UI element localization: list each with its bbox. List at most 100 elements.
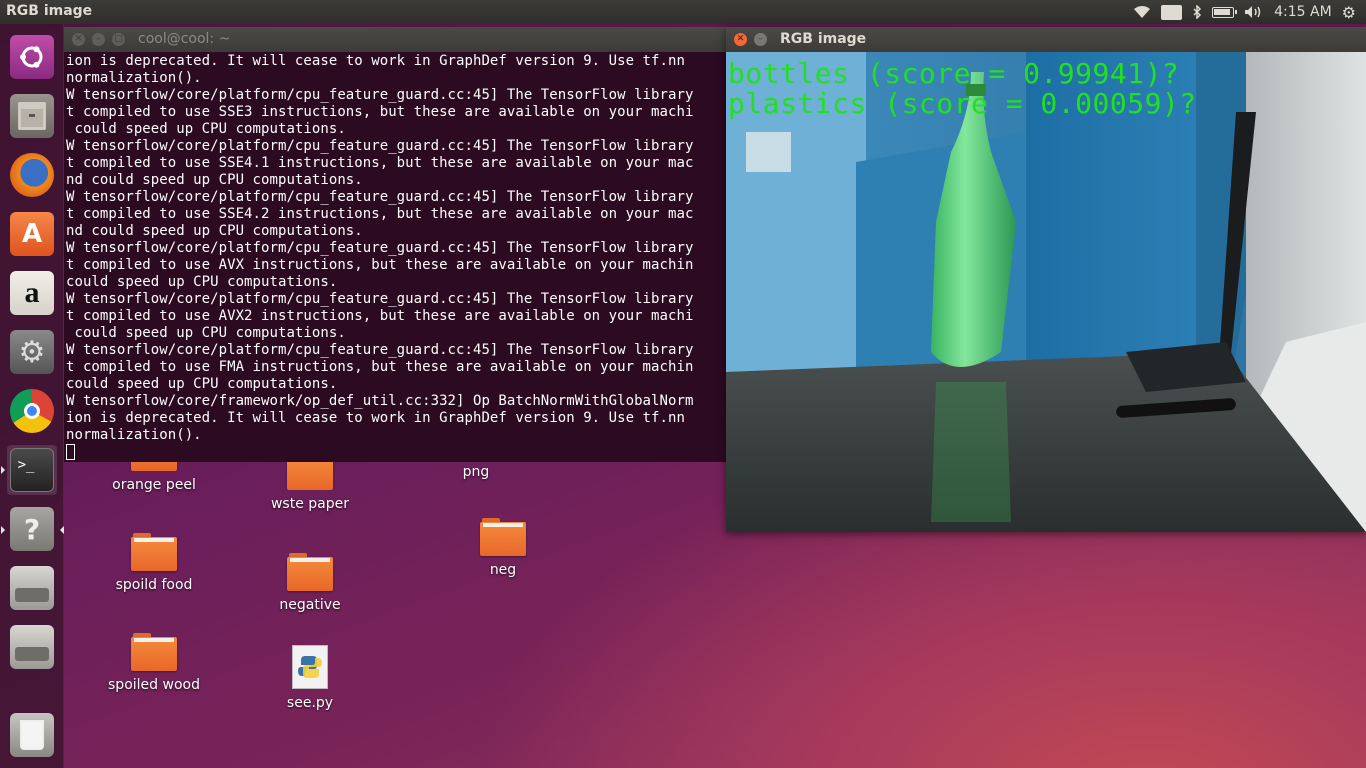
wifi-icon[interactable] [1133,5,1151,19]
terminal-window[interactable]: ✕ – □ cool@cool: ~ ion is deprecated. It… [64,27,726,462]
bluetooth-icon[interactable] [1192,5,1202,19]
launcher-drive-1-button[interactable] [7,563,57,613]
launcher-trash-button[interactable] [7,710,57,760]
terminal-cursor [66,444,75,460]
prediction-label-plastics: plastics (score = 0.00059)? [728,87,1197,120]
terminal-line: t compiled to use AVX instructions, but … [66,257,694,273]
running-indicator [1,526,5,534]
desktop-icon-label: spoild food [115,577,193,593]
desktop-icon-label: png [462,464,490,480]
terminal-line: could speed up CPU computations. [66,376,338,392]
minimize-button[interactable]: – [754,33,767,46]
desktop-icon-label: orange peel [112,477,196,493]
desktop-icon-label: wste paper [270,496,350,512]
launcher-firefox-button[interactable] [7,150,57,200]
terminal-line: could speed up CPU computations. [66,274,338,290]
desktop-icon-label: negative [279,597,341,613]
terminal-line: W tensorflow/core/platform/cpu_feature_g… [66,87,694,103]
launcher-files-button[interactable] [7,91,57,141]
volume-icon[interactable] [1244,5,1264,19]
help-icon: ? [23,512,41,546]
folder-icon [131,533,177,571]
terminal-line: nd could speed up CPU computations. [66,172,363,188]
maximize-icon: □ [114,34,123,44]
folder-icon [480,518,526,556]
terminal-line: W tensorflow/core/platform/cpu_feature_g… [66,342,694,358]
minimize-button[interactable]: – [92,33,105,46]
rgb-window-titlebar[interactable]: ✕ – RGB image [726,27,1366,52]
terminal-line: could speed up CPU computations. [66,121,346,137]
terminal-titlebar[interactable]: ✕ – □ cool@cool: ~ [64,27,726,52]
folder-icon [287,462,333,490]
desktop-icon-label: neg [489,562,517,578]
rgb-window-title: RGB image [780,31,867,47]
terminal-line: ion is deprecated. It will cease to work… [66,410,685,426]
maximize-button[interactable]: □ [112,33,125,46]
focused-indicator [60,526,64,534]
clock[interactable]: 4:15 AM [1274,4,1332,20]
close-icon: ✕ [736,34,745,44]
hard-drive-icon [15,588,49,602]
terminal-line: W tensorflow/core/platform/cpu_feature_g… [66,138,694,154]
desktop-folder-spoiled-wood[interactable]: spoiled wood [99,633,209,693]
folder-icon [131,633,177,671]
terminal-line: nd could speed up CPU computations. [66,223,363,239]
desktop-folder-spoild-food[interactable]: spoild food [99,533,209,593]
terminal-line: could speed up CPU computations. [66,325,346,341]
launcher-drive-2-button[interactable] [7,622,57,672]
chrome-icon [24,403,40,419]
terminal-line: W tensorflow/core/platform/cpu_feature_g… [66,291,694,307]
launcher-help-button[interactable]: ? [7,504,57,554]
close-icon: ✕ [74,34,83,44]
file-cabinet-icon [18,102,46,130]
keyboard-layout-indicator[interactable]: En [1160,4,1183,20]
launcher: A a ⚙ >_ ? [0,24,64,768]
folder-icon [287,553,333,591]
terminal-line: t compiled to use SSE4.1 instructions, b… [66,155,694,171]
terminal-line: t compiled to use SSE3 instructions, but… [66,104,694,120]
launcher-dash-button[interactable] [7,32,57,82]
minimize-icon: – [96,34,101,44]
launcher-chrome-button[interactable] [7,386,57,436]
launcher-software-button[interactable]: A [7,209,57,259]
camera-image [726,52,1366,532]
system-tray: En 4:15 AM ⚙ [1133,0,1366,24]
terminal-icon: >_ [17,457,35,473]
ubuntu-logo-icon [20,46,43,68]
desktop-icon-label: see.py [286,695,334,711]
running-indicator [1,466,5,474]
terminal-line: normalization(). [66,427,202,443]
minimize-icon: – [758,34,763,44]
top-panel: RGB image En 4:15 AM ⚙ [0,0,1366,24]
prediction-label-bottles: bottles (score = 0.99941)? [728,57,1180,90]
launcher-terminal-button[interactable]: >_ [7,445,57,495]
terminal-line: normalization(). [66,70,202,86]
launcher-amazon-button[interactable]: a [7,268,57,318]
desktop-icon-label: spoiled wood [108,677,200,693]
terminal-line: W tensorflow/core/platform/cpu_feature_g… [66,189,694,205]
terminal-line: ion is deprecated. It will cease to work… [66,53,685,69]
launcher-settings-button[interactable]: ⚙ [7,327,57,377]
desktop-folder-negative[interactable]: negative [255,553,365,613]
camera-frame: bottles (score = 0.99941)? plastics (sco… [726,52,1366,532]
desktop-file-see-py[interactable]: see.py [255,645,365,711]
desktop-folder-wste-paper[interactable]: wste paper [255,462,365,512]
gear-icon[interactable]: ⚙ [1342,3,1356,22]
wrench-gear-icon: ⚙ [18,334,46,370]
rgb-image-window[interactable]: ✕ – RGB image bottles (score = 0.99941)?… [726,27,1366,532]
terminal-line: t compiled to use AVX2 instructions, but… [66,308,694,324]
python-file-icon [292,645,328,689]
close-button[interactable]: ✕ [72,33,85,46]
trash-icon [20,720,44,750]
terminal-title: cool@cool: ~ [138,31,231,47]
terminal-line: W tensorflow/core/platform/cpu_feature_g… [66,240,694,256]
terminal-output[interactable]: ion is deprecated. It will cease to work… [64,52,726,462]
amazon-icon: a [24,276,40,309]
shopping-bag-icon: A [21,219,43,249]
close-button[interactable]: ✕ [734,33,747,46]
battery-icon[interactable] [1212,6,1238,18]
terminal-line: t compiled to use SSE4.2 instructions, b… [66,206,694,222]
active-window-title: RGB image [6,3,93,19]
desktop-folder-neg[interactable]: neg [448,518,558,578]
hard-drive-icon [15,647,49,661]
